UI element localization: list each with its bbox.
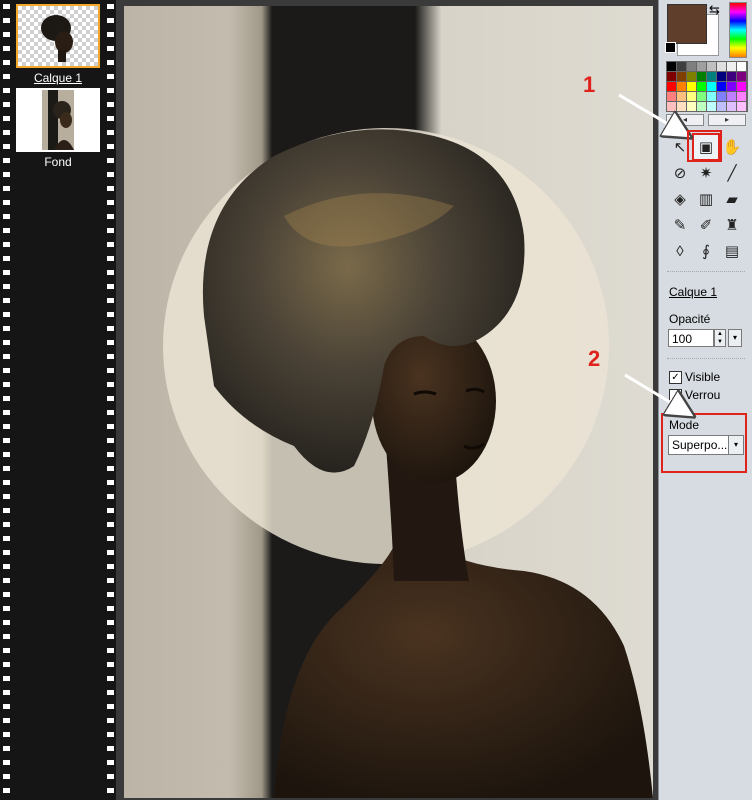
- head-thumbnail-icon: [41, 15, 73, 62]
- step-1-label: 1: [583, 72, 596, 97]
- palette-swatch[interactable]: [727, 82, 736, 91]
- palette-swatch[interactable]: [707, 62, 716, 71]
- palette-swatch[interactable]: [717, 82, 726, 91]
- smudge-tool-icon[interactable]: ∮: [694, 239, 718, 263]
- step-2-label: 2: [588, 346, 601, 371]
- drop-tool-icon[interactable]: ◊: [668, 239, 692, 263]
- hand-tool-icon[interactable]: ✋: [720, 135, 744, 159]
- chevron-down-icon[interactable]: ▾: [728, 436, 743, 454]
- opacity-stepper[interactable]: ▲ ▼: [714, 329, 726, 347]
- palette-swatch[interactable]: [687, 102, 696, 111]
- palette-swatch[interactable]: [737, 72, 746, 81]
- tool-grid: ↖ ▣ ✋ ⊘ ✷ ╱ ◈ ▥ ▰ ✎ ✐ ♜ ◊ ∮ ▤: [668, 133, 752, 265]
- color-spectrum[interactable]: [729, 2, 747, 58]
- select-tool-icon[interactable]: ↖: [668, 135, 692, 159]
- palette-swatch[interactable]: [667, 62, 676, 71]
- palette-swatch[interactable]: [707, 92, 716, 101]
- lock-checkbox[interactable]: [669, 388, 682, 402]
- palette-swatch[interactable]: [667, 72, 676, 81]
- palette-swatch[interactable]: [697, 92, 706, 101]
- palette-swatch[interactable]: [717, 72, 726, 81]
- brush-tool-icon[interactable]: ✎: [668, 213, 692, 237]
- palette-next-button[interactable]: ▸: [708, 114, 746, 126]
- palette-swatch[interactable]: [677, 82, 686, 91]
- portrait-tool-icon[interactable]: ▤: [720, 239, 744, 263]
- line-tool-icon[interactable]: ╱: [720, 161, 744, 185]
- visible-checkbox-row[interactable]: ✓ Visible: [669, 370, 720, 384]
- layers-panel: Calque 1 Fond: [0, 0, 116, 800]
- blend-mode-select[interactable]: Superpo... ▾: [668, 435, 744, 455]
- palette-swatch[interactable]: [697, 62, 706, 71]
- palette-prev-button[interactable]: ◂: [666, 114, 704, 126]
- palette-swatch[interactable]: [687, 82, 696, 91]
- palette-swatch[interactable]: [717, 62, 726, 71]
- add-brush-tool-icon[interactable]: ✐: [694, 213, 718, 237]
- film-sprockets-left: [0, 0, 12, 800]
- palette-swatch[interactable]: [717, 102, 726, 111]
- magic-wand-tool-icon[interactable]: ✷: [694, 161, 718, 185]
- palette-swatch[interactable]: [677, 62, 686, 71]
- palette-swatch[interactable]: [667, 102, 676, 111]
- swap-colors-icon[interactable]: ⇆: [709, 2, 720, 18]
- opacity-input[interactable]: 100: [668, 329, 714, 347]
- layer-thumbnail[interactable]: [16, 4, 100, 68]
- eyedropper-tool-icon[interactable]: ⊘: [668, 161, 692, 185]
- palette-swatch[interactable]: [737, 92, 746, 101]
- canvas-area[interactable]: [116, 0, 658, 800]
- palette-swatch[interactable]: [737, 102, 746, 111]
- palette-swatch[interactable]: [707, 102, 716, 111]
- layer-item-fond[interactable]: Fond: [16, 88, 100, 169]
- layer-label[interactable]: Calque 1: [16, 71, 100, 85]
- bust-photo-icon: [163, 128, 653, 798]
- palette-swatch[interactable]: [687, 72, 696, 81]
- palette-scroll: ◂ ▸: [666, 114, 746, 126]
- lock-label: Verrou: [685, 388, 721, 402]
- palette-swatch[interactable]: [697, 82, 706, 91]
- palette-swatch[interactable]: [677, 72, 686, 81]
- layer-properties-tool-icon[interactable]: ▣: [692, 133, 720, 161]
- opacity-dropdown-button[interactable]: ▾: [728, 329, 742, 347]
- palette-swatch[interactable]: [667, 92, 676, 101]
- color-palette[interactable]: [666, 61, 748, 112]
- palette-swatch[interactable]: [727, 92, 736, 101]
- reset-colors-icon[interactable]: [665, 42, 676, 53]
- paint-bucket-tool-icon[interactable]: ◈: [668, 187, 692, 211]
- stamp-tool-icon[interactable]: ♜: [720, 213, 744, 237]
- visible-checkbox[interactable]: ✓: [669, 370, 682, 384]
- palette-swatch[interactable]: [667, 82, 676, 91]
- mode-label: Mode: [669, 418, 700, 432]
- film-sprockets-right: [104, 0, 116, 800]
- blend-mode-value: Superpo...: [672, 438, 728, 452]
- eraser-tool-icon[interactable]: ▰: [720, 187, 744, 211]
- palette-swatch[interactable]: [677, 92, 686, 101]
- layer-thumbnail[interactable]: [16, 88, 100, 152]
- photo-thumbnail-icon: [18, 90, 98, 150]
- palette-swatch[interactable]: [707, 72, 716, 81]
- palette-swatch[interactable]: [737, 82, 746, 91]
- palette-swatch[interactable]: [697, 102, 706, 111]
- color-swatches: ⇆: [665, 2, 720, 56]
- layer-item-calque-1[interactable]: Calque 1: [16, 4, 100, 85]
- spray-can-tool-icon[interactable]: ▥: [694, 187, 718, 211]
- layer-name-link[interactable]: Calque 1: [669, 285, 717, 299]
- palette-swatch[interactable]: [677, 102, 686, 111]
- lock-checkbox-row[interactable]: Verrou: [669, 388, 720, 402]
- visible-label: Visible: [685, 370, 721, 384]
- palette-swatch[interactable]: [697, 72, 706, 81]
- palette-swatch[interactable]: [727, 102, 736, 111]
- palette-swatch[interactable]: [707, 82, 716, 91]
- palette-swatch[interactable]: [717, 92, 726, 101]
- foreground-color-swatch[interactable]: [667, 4, 707, 44]
- tool-panel: ⇆ ◂ ▸ ↖ ▣ ✋ ⊘ ✷ ╱ ◈ ▥ ▰ ✎ ✐ ♜ ◊ ∮ ▤ Calque 1 Opacité 1…: [658, 0, 752, 800]
- layer-label[interactable]: Fond: [16, 155, 100, 169]
- divider: [667, 358, 745, 359]
- palette-swatch[interactable]: [737, 62, 746, 71]
- palette-swatch[interactable]: [687, 92, 696, 101]
- palette-swatch[interactable]: [687, 62, 696, 71]
- palette-swatch[interactable]: [727, 72, 736, 81]
- divider: [667, 271, 745, 272]
- canvas-image[interactable]: [124, 6, 653, 798]
- opacity-label: Opacité: [669, 312, 711, 326]
- palette-swatch[interactable]: [727, 62, 736, 71]
